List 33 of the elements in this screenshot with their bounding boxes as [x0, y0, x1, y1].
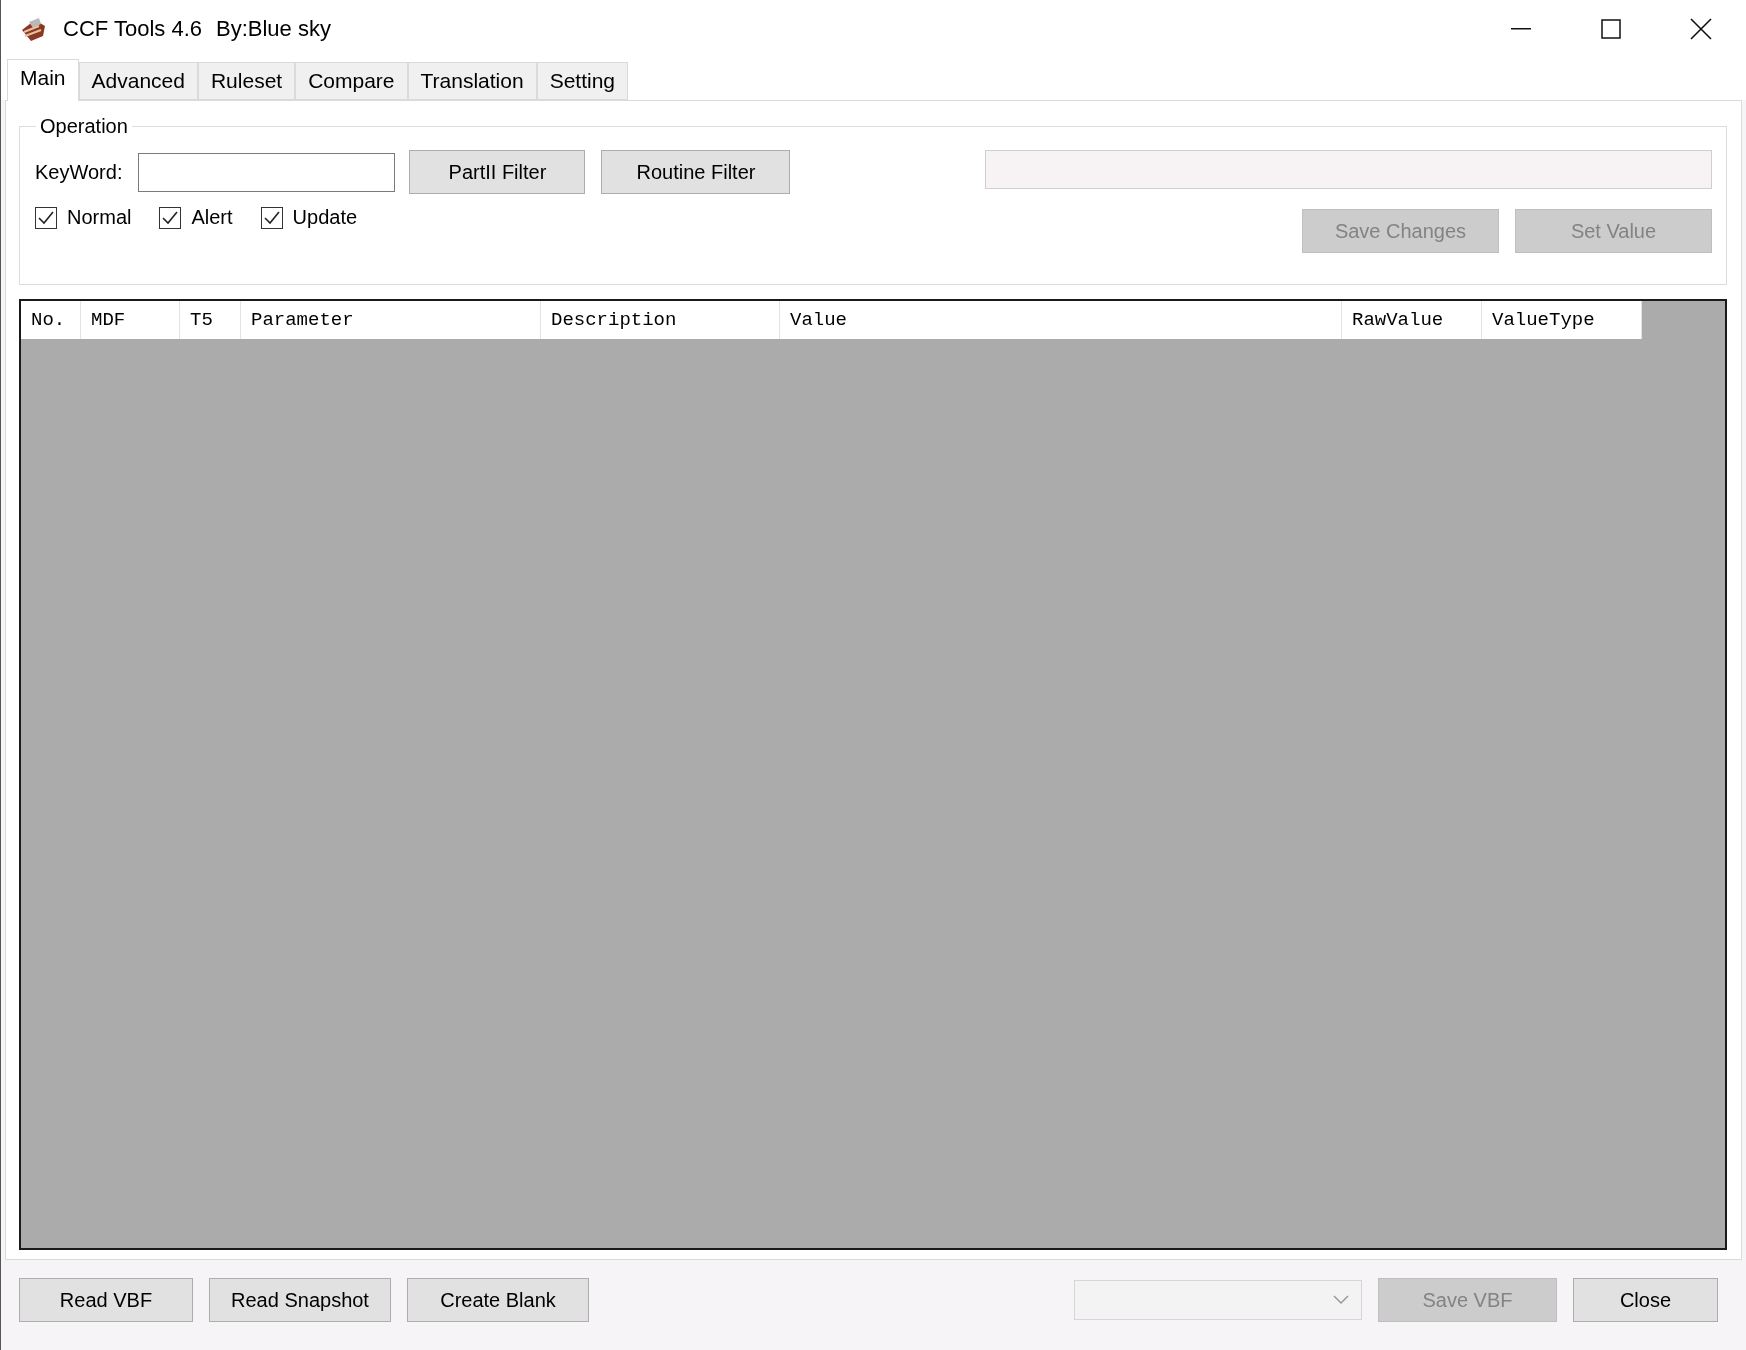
chevron-icon: [1333, 1295, 1349, 1305]
column-header[interactable]: Parameter: [241, 301, 541, 339]
value-field[interactable]: [985, 150, 1712, 189]
checkbox[interactable]: [260, 206, 283, 229]
toolbar-button[interactable]: Read Snapshot: [209, 1278, 391, 1322]
keyword-field[interactable]: [138, 152, 396, 192]
column-header[interactable]: Description: [541, 301, 780, 339]
toolbar-button[interactable]: Create Blank: [407, 1278, 589, 1322]
toolbar-button[interactable]: Read VBF: [19, 1278, 193, 1322]
column-header[interactable]: No.: [21, 301, 81, 339]
column-header[interactable]: MDF: [81, 301, 180, 339]
keyword-label: KeyWord:: [35, 160, 123, 184]
column-header[interactable]: RawValue: [1342, 301, 1482, 339]
tab[interactable]: Compare: [295, 62, 408, 100]
toolbar-button[interactable]: Close: [1573, 1278, 1718, 1322]
tab[interactable]: Ruleset: [197, 62, 296, 100]
filter-button[interactable]: Routine Filter: [601, 150, 791, 194]
checkbox-label: Update: [292, 206, 358, 229]
checkbox-label: Normal: [67, 206, 132, 229]
window-subtitle: By:Blue sky: [216, 16, 331, 42]
tab[interactable]: Setting: [536, 62, 628, 100]
column-header[interactable]: Value: [780, 301, 1342, 339]
filter-button[interactable]: PartII Filter: [409, 150, 586, 194]
column-header[interactable]: T5: [180, 301, 241, 339]
window-title: CCF Tools 4.6: [63, 16, 202, 42]
checkbox-label: Alert: [191, 206, 233, 229]
tab[interactable]: Translation: [407, 62, 537, 100]
checkbox[interactable]: [35, 206, 57, 229]
group-title: Operation: [39, 115, 129, 138]
column-header[interactable]: ValueType: [1482, 301, 1642, 339]
checkbox[interactable]: [159, 206, 182, 229]
tab[interactable]: Main: [7, 59, 79, 101]
tab[interactable]: Advanced: [78, 62, 198, 100]
